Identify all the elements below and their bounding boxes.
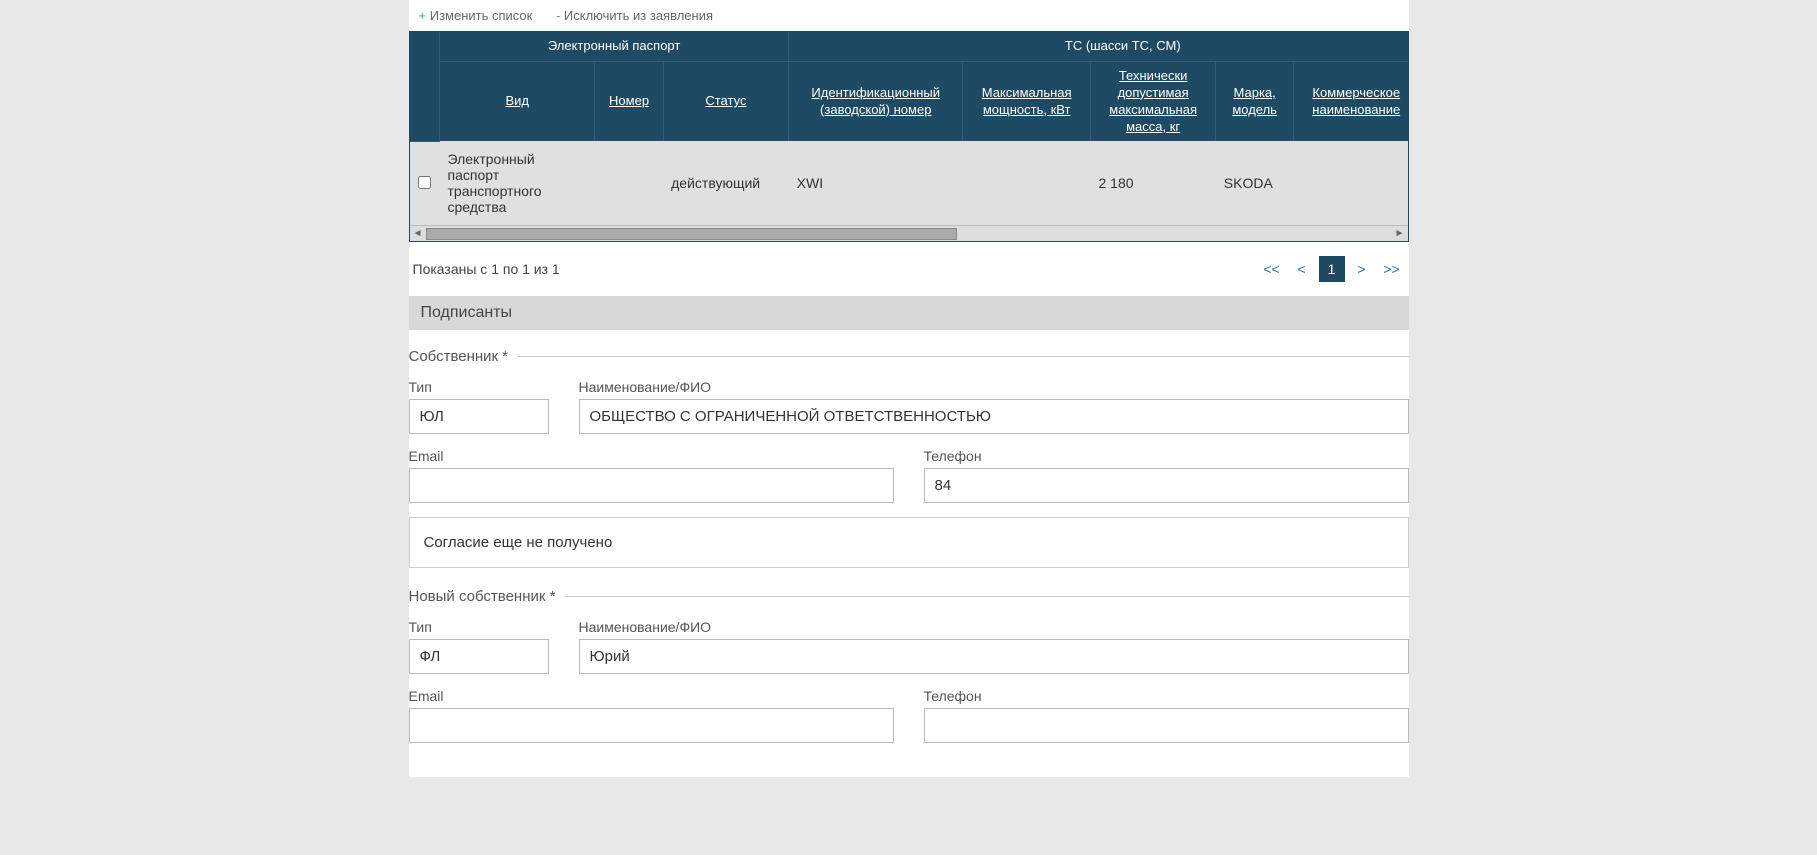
col-status-label: Статус bbox=[705, 93, 746, 108]
minus-icon: - bbox=[556, 8, 564, 23]
col-checkbox bbox=[410, 32, 440, 141]
col-status[interactable]: Статус bbox=[663, 61, 789, 141]
passport-table: Электронный паспорт ТС (шасси ТС, СМ) Ви… bbox=[410, 32, 1408, 225]
owner-legend-text: Собственник * bbox=[409, 348, 519, 365]
col-group-ts: ТС (шасси ТС, СМ) bbox=[789, 32, 1408, 61]
pager: << < 1 > >> bbox=[1259, 256, 1405, 282]
exclude-link[interactable]: - Исключить из заявления bbox=[556, 8, 713, 23]
cell-status: действующий bbox=[663, 141, 789, 225]
col-mass-l2: допустимая bbox=[1118, 85, 1189, 100]
col-make-l1: Марка, bbox=[1234, 85, 1276, 100]
col-number-label: Номер bbox=[609, 93, 649, 108]
owner-email-label: Email bbox=[409, 448, 894, 464]
cell-make: SKODA bbox=[1216, 141, 1294, 225]
owner-row-1: Тип Наименование/ФИО bbox=[409, 379, 1409, 434]
cell-power bbox=[963, 141, 1091, 225]
owner-name-col: Наименование/ФИО bbox=[579, 379, 1409, 434]
signers-header: Подписанты bbox=[409, 296, 1409, 330]
new-owner-email-input[interactable] bbox=[409, 708, 894, 743]
new-owner-legend-line bbox=[565, 596, 1408, 597]
scroll-left-icon[interactable]: ◄ bbox=[410, 227, 426, 241]
row-checkbox[interactable] bbox=[418, 176, 431, 189]
new-owner-legend-text: Новый собственник * bbox=[409, 588, 566, 605]
new-owner-email-label: Email bbox=[409, 688, 894, 704]
pager-prev[interactable]: < bbox=[1289, 256, 1315, 282]
owner-legend-line bbox=[518, 356, 1408, 357]
col-comm-l1: Коммерческое bbox=[1312, 85, 1400, 100]
pager-first[interactable]: << bbox=[1259, 256, 1285, 282]
exclude-label: Исключить из заявления bbox=[564, 8, 713, 23]
col-type-label: Вид bbox=[505, 93, 529, 108]
horizontal-scrollbar[interactable]: ◄ ► bbox=[410, 225, 1408, 241]
col-id-l1: Идентификационный bbox=[811, 85, 940, 100]
new-owner-type-col: Тип bbox=[409, 619, 549, 674]
col-id-number[interactable]: Идентификационный (заводской) номер bbox=[789, 61, 963, 141]
col-type[interactable]: Вид bbox=[440, 61, 595, 141]
new-owner-name-label: Наименование/ФИО bbox=[579, 619, 1409, 635]
cell-type: Электронный паспорт транспортного средст… bbox=[440, 141, 595, 225]
plus-icon: + bbox=[419, 8, 430, 23]
owner-name-label: Наименование/ФИО bbox=[579, 379, 1409, 395]
col-make-l2: модель bbox=[1232, 102, 1277, 117]
new-owner-legend: Новый собственник * bbox=[409, 588, 1409, 605]
col-make[interactable]: Марка, модель bbox=[1216, 61, 1294, 141]
change-list-label: Изменить список bbox=[430, 8, 533, 23]
owner-consent-box: Согласие еще не получено bbox=[409, 517, 1409, 568]
owner-type-col: Тип bbox=[409, 379, 549, 434]
owner-email-col: Email bbox=[409, 448, 894, 503]
passport-table-wrap: Электронный паспорт ТС (шасси ТС, СМ) Ви… bbox=[409, 31, 1409, 242]
change-list-link[interactable]: + Изменить список bbox=[419, 8, 536, 23]
cell-mass: 2 180 bbox=[1091, 141, 1216, 225]
col-power[interactable]: Максимальная мощность, кВт bbox=[963, 61, 1091, 141]
owner-email-input[interactable] bbox=[409, 468, 894, 503]
main-container: + Изменить список - Исключить из заявлен… bbox=[409, 0, 1409, 777]
scroll-right-icon[interactable]: ► bbox=[1392, 227, 1408, 241]
col-mass-l4: масса, кг bbox=[1126, 119, 1180, 134]
pager-last[interactable]: >> bbox=[1379, 256, 1405, 282]
row-checkbox-cell bbox=[410, 141, 440, 225]
owner-phone-input[interactable] bbox=[924, 468, 1409, 503]
new-owner-row-1: Тип Наименование/ФИО bbox=[409, 619, 1409, 674]
owner-phone-col: Телефон bbox=[924, 448, 1409, 503]
owner-type-label: Тип bbox=[409, 379, 549, 395]
owner-legend: Собственник * bbox=[409, 348, 1409, 365]
col-comm[interactable]: Коммерческое наименование bbox=[1294, 61, 1408, 141]
col-mass[interactable]: Технически допустимая максимальная масса… bbox=[1091, 61, 1216, 141]
cell-number bbox=[595, 141, 663, 225]
table-row[interactable]: Электронный паспорт транспортного средст… bbox=[410, 141, 1408, 225]
col-group-passport: Электронный паспорт bbox=[440, 32, 789, 61]
owner-phone-label: Телефон bbox=[924, 448, 1409, 464]
passport-table-scroll: Электронный паспорт ТС (шасси ТС, СМ) Ви… bbox=[410, 32, 1408, 225]
cell-comm bbox=[1294, 141, 1408, 225]
pager-next[interactable]: > bbox=[1349, 256, 1375, 282]
col-power-l2: мощность, кВт bbox=[983, 102, 1071, 117]
new-owner-row-2: Email Телефон bbox=[409, 688, 1409, 743]
new-owner-type-input[interactable] bbox=[409, 639, 549, 674]
new-owner-phone-input[interactable] bbox=[924, 708, 1409, 743]
list-toolbar: + Изменить список - Исключить из заявлен… bbox=[409, 0, 1409, 31]
pager-page-1[interactable]: 1 bbox=[1319, 256, 1345, 282]
col-power-l1: Максимальная bbox=[982, 85, 1072, 100]
new-owner-name-input[interactable] bbox=[579, 639, 1409, 674]
new-owner-email-col: Email bbox=[409, 688, 894, 743]
new-owner-phone-label: Телефон bbox=[924, 688, 1409, 704]
scroll-track[interactable] bbox=[426, 228, 1392, 240]
col-number[interactable]: Номер bbox=[595, 61, 663, 141]
col-mass-l3: максимальная bbox=[1109, 102, 1197, 117]
new-owner-type-label: Тип bbox=[409, 619, 549, 635]
col-mass-l1: Технически bbox=[1119, 68, 1188, 83]
scroll-thumb[interactable] bbox=[426, 228, 957, 240]
owner-type-input[interactable] bbox=[409, 399, 549, 434]
col-comm-l2: наименование bbox=[1312, 102, 1400, 117]
pager-row: Показаны с 1 по 1 из 1 << < 1 > >> bbox=[409, 242, 1409, 292]
cell-id-number: XWI bbox=[789, 141, 963, 225]
pager-info: Показаны с 1 по 1 из 1 bbox=[413, 261, 560, 277]
new-owner-name-col: Наименование/ФИО bbox=[579, 619, 1409, 674]
owner-row-2: Email Телефон bbox=[409, 448, 1409, 503]
new-owner-phone-col: Телефон bbox=[924, 688, 1409, 743]
col-id-l2: (заводской) номер bbox=[820, 102, 931, 117]
owner-name-input[interactable] bbox=[579, 399, 1409, 434]
